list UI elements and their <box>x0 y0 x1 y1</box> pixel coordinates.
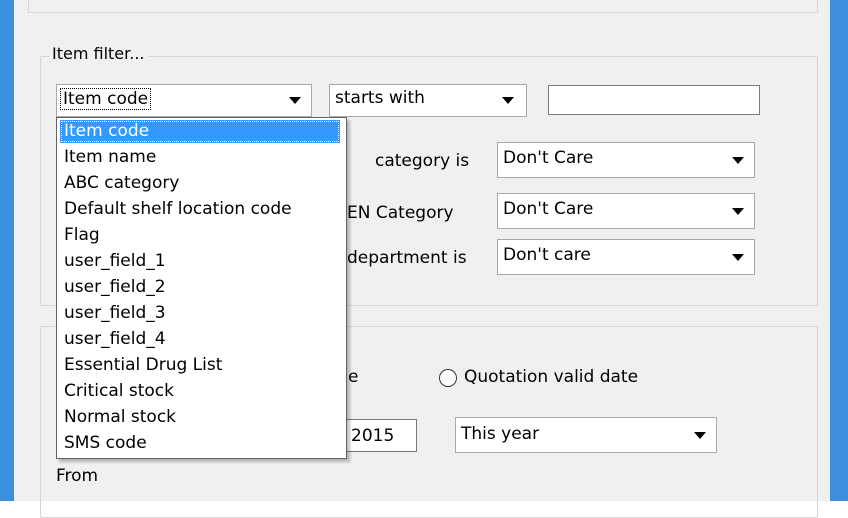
quotation-date-radio[interactable] <box>439 369 457 387</box>
dropdown-option[interactable]: user_field_1 <box>60 250 166 273</box>
dropdown-option[interactable]: SMS code <box>60 432 147 455</box>
filter-operator-combo-value: starts with <box>335 88 425 108</box>
dropdown-option[interactable]: user_field_3 <box>60 302 166 325</box>
chevron-down-icon[interactable] <box>732 208 744 215</box>
dropdown-option[interactable]: Critical stock <box>60 380 174 403</box>
filter-field-combo-value: Item code <box>59 88 152 110</box>
department-combo[interactable]: Don't care <box>497 239 755 275</box>
item-filter-legend: Item filter... <box>49 44 148 63</box>
department-combo-value: Don't care <box>503 245 591 265</box>
dropdown-option[interactable]: Flag <box>60 224 100 247</box>
dropdown-option[interactable]: user_field_4 <box>60 328 166 351</box>
from-label: From <box>53 466 102 486</box>
period-combo[interactable]: This year <box>455 417 717 453</box>
filter-value-input[interactable] <box>548 85 760 115</box>
dropdown-option[interactable]: ABC category <box>60 172 179 195</box>
window-frame-left <box>0 0 14 501</box>
chevron-down-icon[interactable] <box>289 97 301 104</box>
chevron-down-icon[interactable] <box>732 157 744 164</box>
dropdown-option[interactable]: Normal stock <box>60 406 176 429</box>
dropdown-option[interactable]: Default shelf location code <box>60 198 292 221</box>
chevron-down-icon[interactable] <box>502 97 514 104</box>
filter-field-combo[interactable]: Item code <box>56 84 312 117</box>
category-combo[interactable]: Don't Care <box>497 142 755 178</box>
filter-operator-combo[interactable]: starts with <box>329 84 527 117</box>
category-label: category is <box>375 151 470 171</box>
period-combo-value: This year <box>461 424 540 444</box>
category-combo-value: Don't Care <box>503 148 594 168</box>
chevron-down-icon[interactable] <box>694 432 706 439</box>
dropdown-option[interactable]: Item code <box>60 120 340 143</box>
dropdown-option[interactable]: Essential Drug List <box>60 354 222 377</box>
ven-category-combo[interactable]: Don't Care <box>497 193 755 229</box>
department-label: department is <box>347 248 467 268</box>
partial-date-label: e <box>348 367 359 387</box>
dropdown-option[interactable]: user_field_2 <box>60 276 166 299</box>
filter-field-dropdown-list[interactable]: Item code Item name ABC category Default… <box>56 117 347 459</box>
ven-category-combo-value: Don't Care <box>503 199 594 219</box>
chevron-down-icon[interactable] <box>732 254 744 261</box>
window-frame-right <box>830 0 848 501</box>
top-group-box <box>28 0 818 13</box>
year-input-value: 2015 <box>351 426 395 446</box>
ven-category-label: EN Category <box>347 203 454 223</box>
dropdown-option[interactable]: Item name <box>60 146 156 169</box>
quotation-date-label[interactable]: Quotation valid date <box>464 367 638 387</box>
